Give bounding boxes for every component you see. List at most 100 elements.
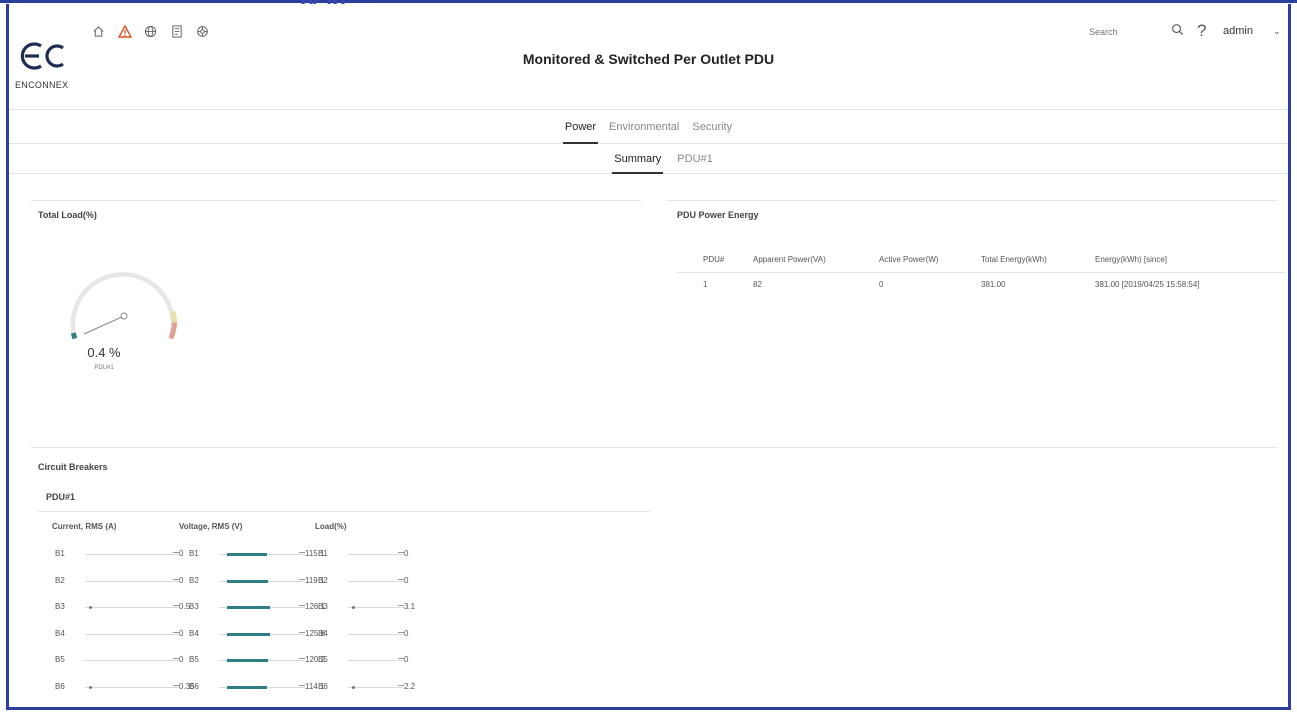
tab-security[interactable]: Security [690,110,734,144]
col-active-power: Active Power(W) [879,248,981,273]
breaker-bar-fill [89,606,92,609]
breaker-row-load-b5: B5 0 [318,655,448,667]
breaker-label: B2 [318,575,328,585]
breaker-bar-track [85,633,179,635]
search-input[interactable] [1089,27,1159,37]
breaker-bar-track [348,660,404,661]
breaker-bar-fill [227,606,270,609]
current-column-header: Current, RMS (A) [52,522,117,531]
breaker-label: B2 [189,575,199,585]
breaker-bar-fill [227,659,268,662]
breaker-label: B2 [55,575,65,585]
table-cell: 0 [879,279,884,289]
top-icon-bar [91,24,210,39]
breaker-bar-track [348,607,404,608]
breaker-label: B1 [189,549,199,558]
globe-icon[interactable] [143,24,158,39]
divider [31,200,641,201]
breaker-label: B3 [189,602,199,611]
breaker-bar-fill [352,606,355,609]
breaker-value: 0 [179,575,184,585]
breaker-value: 3.1 [404,602,416,611]
breaker-label: B6 [55,681,65,691]
tab-environmental[interactable]: Environmental [607,110,681,144]
breaker-bar-fill [227,632,270,636]
table-row: 1 82 0 381.00 381.00 [2019/04/25 15:58:5… [677,272,1285,296]
breaker-bar-fill [352,685,355,689]
divider [38,511,650,512]
table-cell: 381.00 [981,279,1006,289]
table-header-row: PDU# Apparent Power(VA) Active Power(W) … [677,248,1285,273]
table-cell: 381.00 [2019/04/25 15:58:54] [1095,279,1200,289]
breaker-value: 0 [179,655,184,664]
breaker-row-load-b6: B6 2.2 [318,682,448,694]
help-icon[interactable]: ? [1197,21,1206,41]
breaker-value: 0 [404,549,409,558]
breaker-bar-track [348,686,404,688]
energy-title: PDU Power Energy [677,210,759,220]
gauge-label: PDU#1 [94,365,114,371]
breaker-value: 0 [404,628,409,638]
tab-pdu1[interactable]: PDU#1 [675,144,714,174]
tab-summary[interactable]: Summary [612,144,664,174]
breaker-label: B5 [55,655,65,664]
breaker-label: B4 [189,628,199,638]
energy-table: PDU# Apparent Power(VA) Active Power(W) … [677,248,1285,296]
breaker-label: B6 [318,681,328,691]
breaker-label: B1 [55,549,65,558]
table-cell: 82 [753,279,762,289]
page-title: Monitored & Switched Per Outlet PDU [522,51,775,67]
breaker-label: B3 [55,602,65,611]
home-icon[interactable] [91,24,106,39]
search-icon[interactable] [1171,23,1184,36]
breaker-bar-fill [227,579,268,583]
divider [667,200,1277,201]
settings-icon[interactable] [195,24,210,39]
gauge-value: 0.4 % [87,345,121,360]
col-pdu: PDU# [677,248,753,273]
divider [31,447,1277,448]
breaker-label: B5 [318,655,328,664]
breaker-bar-track [348,554,404,555]
breaker-bar-track [348,633,404,635]
brand-name: ENCONNEX [15,80,69,90]
breaker-value: 0 [404,575,409,585]
document-icon[interactable] [169,24,184,39]
breaker-bar-track [85,607,179,608]
breaker-label: B6 [189,681,199,691]
col-apparent-power: Apparent Power(VA) [753,248,879,273]
breaker-value: 0 [179,549,184,558]
breaker-label: B4 [318,628,328,638]
total-load-title: Total Load(%) [38,210,97,220]
breaker-bar-track [85,580,179,582]
breaker-value: 0 [179,628,184,638]
breaker-label: B1 [318,549,328,558]
header: ENCONNEX Monitored & Switched Per Outlet… [9,4,1288,110]
breaker-bar-track [85,660,179,661]
main-tabs: Power Environmental Security [9,110,1288,144]
breaker-bar-track [85,686,179,688]
alert-icon[interactable] [117,24,132,39]
tab-power[interactable]: Power [562,110,599,144]
breaker-row-load-b2: B2 0 [318,576,448,588]
col-energy-since: Energy(kWh) [since] [1095,248,1285,273]
circuit-breakers-title: Circuit Breakers [38,462,108,472]
breaker-label: B4 [55,628,65,638]
table-cell: 1 [703,279,708,289]
breaker-bar-track [85,554,179,555]
breaker-bar-fill [227,553,267,556]
col-total-energy: Total Energy(kWh) [981,248,1095,273]
load-column-header: Load(%) [315,522,347,531]
voltage-column-header: Voltage, RMS (V) [179,522,243,531]
user-menu[interactable]: admin [1223,25,1253,37]
breaker-value: 0 [404,655,409,664]
chevron-down-icon[interactable]: ⌄ [1273,26,1281,37]
breaker-row-load-b4: B4 0 [318,629,448,641]
breaker-row-load-b3: B3 3.1 [318,602,448,614]
breaker-row-load-b1: B1 0 [318,549,448,561]
breaker-bar-track [348,580,404,582]
breaker-value: 2.2 [404,681,416,691]
sub-tabs: Summary PDU#1 [9,144,1288,174]
app-window: ENCONNEX Monitored & Switched Per Outlet… [6,4,1291,710]
breakers-pdu-label: PDU#1 [46,492,76,502]
